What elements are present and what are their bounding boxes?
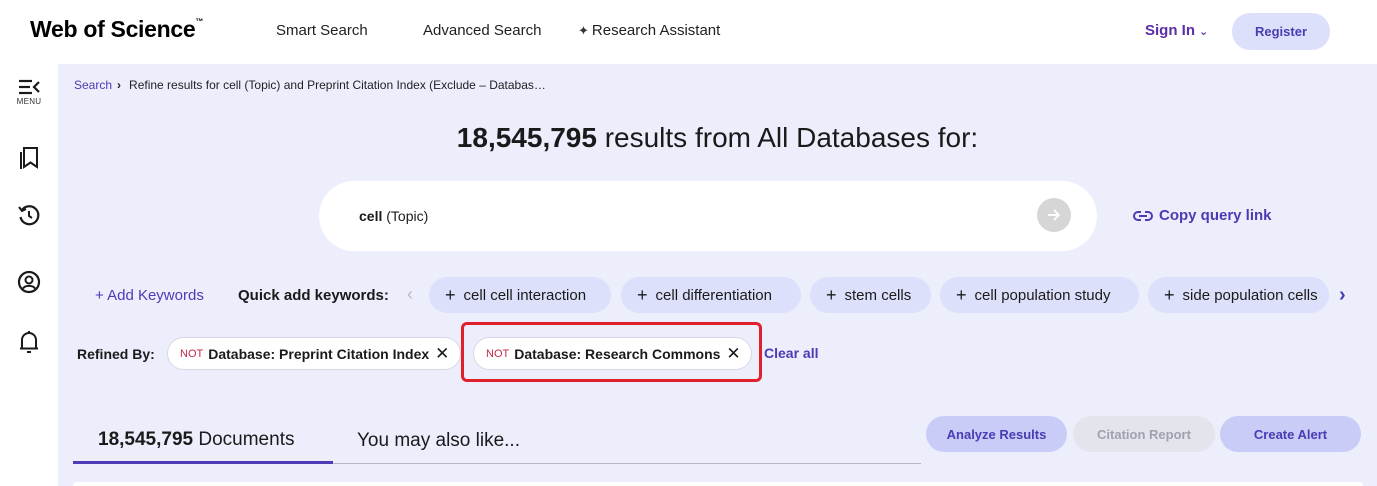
results-title: 18,545,795 results from All Databases fo… [58, 122, 1377, 154]
arrow-right-icon [1048, 209, 1061, 221]
logo[interactable]: Web of Science™ [30, 16, 203, 43]
plus-icon: + [445, 284, 456, 305]
results-count: 18,545,795 [456, 122, 597, 153]
link-icon [1133, 210, 1153, 221]
menu-label: MENU [16, 97, 42, 106]
keyword-chip[interactable]: + cell population study [940, 277, 1139, 313]
menu-icon [19, 79, 40, 95]
plus-icon: + [956, 284, 967, 305]
keyword-chip[interactable]: + stem cells [810, 277, 931, 313]
register-button[interactable]: Register [1232, 13, 1330, 50]
documents-count: 18,545,795 [98, 429, 194, 450]
top-bar: Web of Science™ Smart Search Advanced Se… [0, 0, 1377, 64]
keyword-chip-label: cell cell interaction [463, 286, 587, 304]
marked-list-button[interactable] [14, 146, 44, 170]
results-suffix: results from All Databases for: [596, 122, 979, 153]
add-keywords-button[interactable]: + Add Keywords [95, 287, 204, 304]
refined-by-label: Refined By: [77, 346, 155, 362]
copy-query-link[interactable]: Copy query link [1133, 207, 1272, 224]
query-term: cell [359, 208, 383, 224]
breadcrumb-separator: › [117, 78, 122, 92]
tab-you-may-also-like[interactable]: You may also like... [357, 430, 520, 452]
search-submit-button[interactable] [1037, 198, 1071, 232]
keyword-chip-label: side population cells [1182, 286, 1318, 304]
quick-add-label: Quick add keywords: [238, 287, 389, 304]
chevron-down-icon: ⌄ [1199, 26, 1209, 38]
clear-all-link[interactable]: Clear all [764, 345, 818, 361]
sign-in-dropdown[interactable]: Sign In ⌄ [1145, 22, 1208, 39]
breadcrumb-current: Refine results for cell (Topic) and Prep… [129, 78, 546, 92]
chevron-left-icon[interactable]: ‹ [407, 284, 413, 305]
keyword-chip-label: stem cells [844, 286, 912, 304]
menu-button[interactable]: MENU [14, 78, 44, 106]
results-main: Search › Refine results for cell (Topic) a… [58, 64, 1377, 486]
active-tab-indicator [73, 461, 333, 464]
history-icon [18, 205, 40, 226]
close-icon[interactable]: ✕ [435, 344, 449, 364]
alerts-button[interactable] [14, 330, 44, 354]
tab-documents[interactable]: 18,545,795 Documents [98, 429, 294, 451]
not-badge: NOT [180, 347, 204, 360]
query-text: cell (Topic) [359, 208, 428, 224]
create-alert-button[interactable]: Create Alert [1220, 416, 1361, 452]
profile-button[interactable] [14, 270, 44, 294]
bookmark-icon [20, 147, 38, 169]
query-box[interactable]: cell (Topic) [319, 181, 1097, 251]
plus-icon: + [826, 284, 837, 305]
sparkle-icon: ✦ [578, 23, 589, 38]
filter-chip-label: Database: Preprint Citation Index [208, 345, 430, 362]
keyword-chip[interactable]: + side population cells [1148, 277, 1329, 313]
nav-advanced-search[interactable]: Advanced Search [423, 22, 541, 39]
nav-smart-search[interactable]: Smart Search [276, 22, 368, 39]
left-rail: MENU [0, 64, 58, 486]
breadcrumb-search-link[interactable]: Search [74, 78, 112, 92]
plus-icon: + [637, 284, 648, 305]
bell-icon [20, 331, 38, 353]
documents-label: Documents [193, 429, 295, 450]
filter-chip[interactable]: NOT Database: Preprint Citation Index ✕ [167, 337, 461, 370]
nav-research-assistant-label: Research Assistant [591, 22, 721, 39]
keyword-chip-label: cell differentiation [655, 286, 772, 304]
citation-report-button[interactable]: Citation Report [1073, 416, 1215, 452]
keyword-chip-label: cell population study [974, 286, 1111, 304]
keyword-chip[interactable]: + cell differentiation [621, 277, 801, 313]
user-icon [17, 270, 41, 294]
nav-research-assistant[interactable]: ✦ Research Assistant [578, 22, 720, 39]
plus-icon: + [1164, 284, 1175, 305]
history-button[interactable] [14, 204, 44, 228]
query-field: (Topic) [382, 208, 429, 224]
results-panel-top [73, 482, 1363, 486]
copy-query-link-label: Copy query link [1159, 207, 1272, 224]
chevron-right-icon[interactable]: › [1339, 284, 1346, 307]
highlight-annotation [461, 322, 762, 382]
analyze-results-button[interactable]: Analyze Results [926, 416, 1067, 452]
sign-in-label: Sign In [1145, 22, 1195, 39]
keyword-chip[interactable]: + cell cell interaction [429, 277, 611, 313]
breadcrumb: Search › Refine results for cell (Topic) a… [74, 78, 546, 92]
